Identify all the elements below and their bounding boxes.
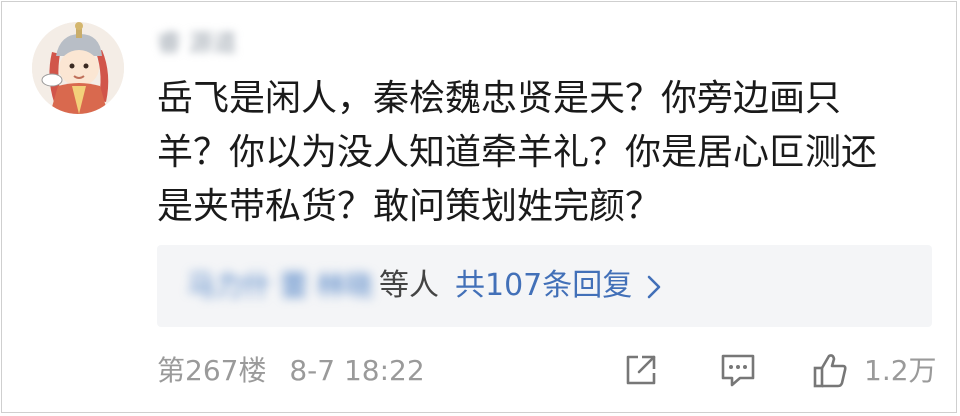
reply-suffix: 等人	[379, 268, 439, 303]
comment-meta: 第267楼 8-7 18:22	[157, 352, 425, 390]
comment-card: 睿 源道 岳飞是闲人，秦桧魏忠贤是天？你旁边画只 羊？你以为没人知道牵羊礼？你是…	[1, 1, 957, 413]
thumbs-up-icon[interactable]	[810, 351, 850, 391]
comment-line: 羊？你以为没人知道牵羊礼？你是居心叵测还	[157, 132, 878, 173]
reply-user-names: 马力什 蕾 林晓	[187, 269, 373, 302]
reply-count-link[interactable]: 共107条回复	[455, 267, 632, 305]
comment-line: 岳飞是闲人，秦桧魏忠贤是天？你旁边画只	[157, 78, 842, 119]
avatar-illustration	[32, 22, 124, 114]
comment-line: 是夹带私货？敢问策划姓完颜？	[157, 186, 662, 227]
replies-preview[interactable]: 马力什 蕾 林晓 等人 共107条回复	[157, 245, 932, 327]
chevron-right-icon	[647, 275, 661, 299]
username[interactable]: 睿 源道	[157, 28, 267, 58]
share-icon[interactable]	[622, 351, 660, 389]
like-count: 1.2万	[864, 354, 937, 387]
floor-number: 第267楼	[157, 354, 267, 387]
comment-text: 岳飞是闲人，秦桧魏忠贤是天？你旁边画只 羊？你以为没人知道牵羊礼？你是居心叵测还…	[157, 72, 917, 234]
timestamp: 8-7 18:22	[289, 354, 425, 387]
avatar[interactable]	[32, 22, 124, 114]
comment-icon[interactable]	[718, 351, 758, 389]
